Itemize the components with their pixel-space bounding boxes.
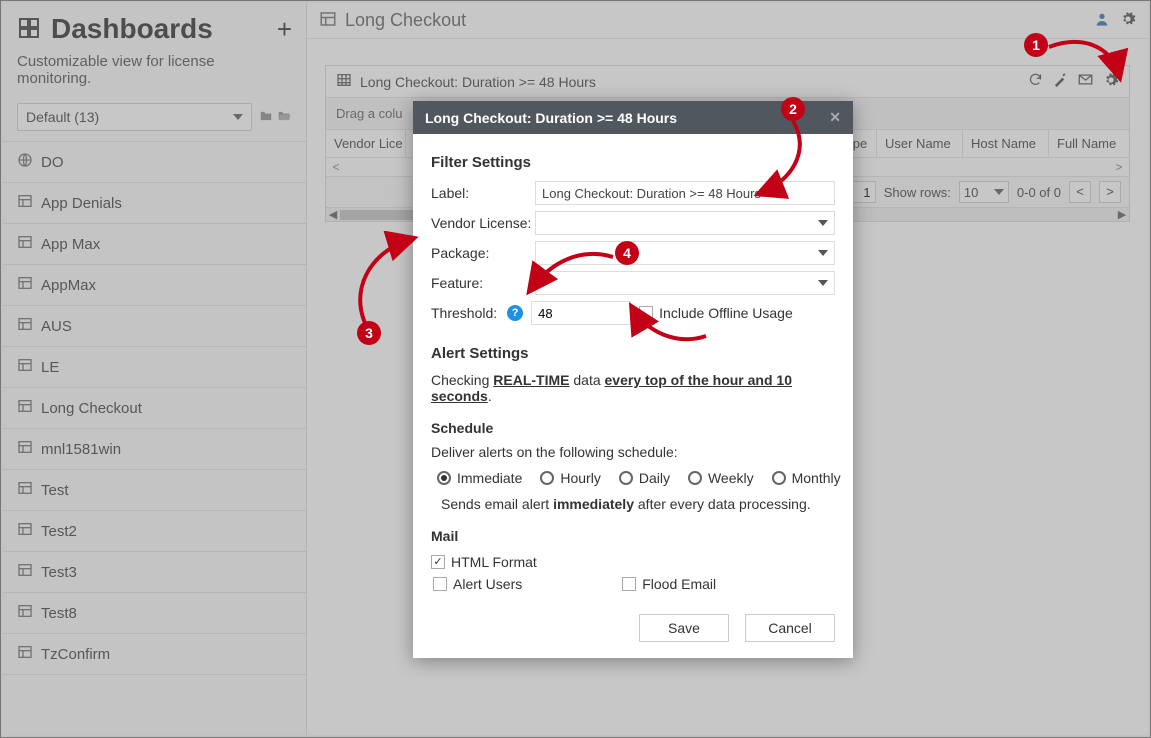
schedule-text: Deliver alerts on the following schedule… xyxy=(431,444,835,460)
mail-heading: Mail xyxy=(431,528,835,544)
schedule-heading: Schedule xyxy=(431,420,835,436)
html-format-checkbox[interactable]: ✓HTML Format xyxy=(431,554,537,570)
alert-users-checkbox[interactable]: Alert Users xyxy=(433,576,522,592)
threshold-label: Threshold: xyxy=(431,305,497,321)
schedule-immediate-radio[interactable]: Immediate xyxy=(437,470,522,486)
help-icon[interactable]: ? xyxy=(507,305,523,321)
package-select[interactable] xyxy=(535,241,835,265)
schedule-monthly-radio[interactable]: Monthly xyxy=(772,470,841,486)
schedule-hourly-radio[interactable]: Hourly xyxy=(540,470,600,486)
schedule-options: Immediate Hourly Daily Weekly Monthly xyxy=(437,470,835,486)
chevron-down-icon xyxy=(818,250,828,256)
alert-info-text: Checking REAL-TIME data every top of the… xyxy=(431,372,835,404)
save-button[interactable]: Save xyxy=(639,614,729,642)
settings-modal: Long Checkout: Duration >= 48 Hours ✕ Fi… xyxy=(413,101,853,658)
label-label: Label: xyxy=(431,185,535,201)
annotation-badge-3: 3 xyxy=(357,321,381,345)
vendor-label: Vendor License: xyxy=(431,215,535,231)
annotation-badge-1: 1 xyxy=(1024,33,1048,57)
vendor-select[interactable] xyxy=(535,211,835,235)
feature-select[interactable] xyxy=(535,271,835,295)
close-icon[interactable]: ✕ xyxy=(829,109,841,126)
threshold-input[interactable] xyxy=(531,301,631,325)
flood-email-checkbox[interactable]: Flood Email xyxy=(622,576,716,592)
annotation-badge-4: 4 xyxy=(615,241,639,265)
annotation-badge-2: 2 xyxy=(781,97,805,121)
chevron-down-icon xyxy=(818,220,828,226)
alert-settings-heading: Alert Settings xyxy=(431,345,835,362)
include-offline-label: Include Offline Usage xyxy=(659,305,793,321)
include-offline-checkbox[interactable]: Include Offline Usage xyxy=(639,305,793,321)
schedule-weekly-radio[interactable]: Weekly xyxy=(688,470,754,486)
package-label: Package: xyxy=(431,245,535,261)
modal-title: Long Checkout: Duration >= 48 Hours xyxy=(425,110,829,126)
cancel-button[interactable]: Cancel xyxy=(745,614,835,642)
schedule-daily-radio[interactable]: Daily xyxy=(619,470,670,486)
filter-settings-heading: Filter Settings xyxy=(431,154,835,171)
schedule-description: Sends email alert immediately after ever… xyxy=(441,496,835,512)
chevron-down-icon xyxy=(818,280,828,286)
feature-label: Feature: xyxy=(431,275,535,291)
label-input[interactable] xyxy=(535,181,835,205)
